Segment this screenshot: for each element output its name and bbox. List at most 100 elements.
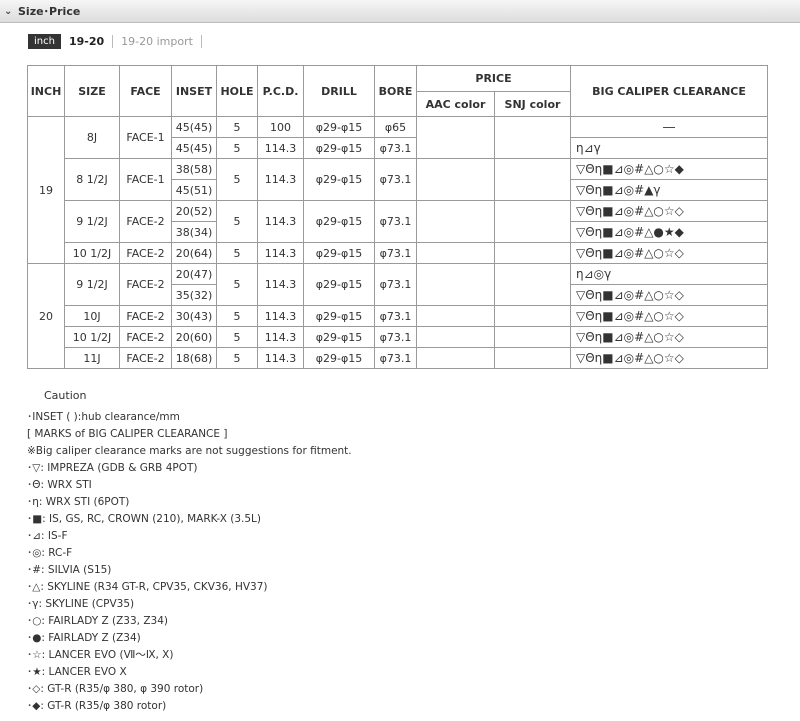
col-drill: DRILL [303, 65, 375, 117]
legend-item: ･Θ: WRX STI [27, 479, 92, 491]
clearance-cell: ▽Θη■⊿◎#△○☆◇ [570, 242, 768, 264]
bore-cell: φ73.1 [374, 263, 417, 306]
col-bore: BORE [374, 65, 417, 117]
pcd-cell: 114.3 [257, 347, 304, 369]
legend-item: ･△: SKYLINE (R34 GT-R, CPV35, CKV36, HV3… [27, 581, 268, 593]
col-aac-color: AAC color [416, 91, 495, 117]
aac-price-cell [416, 242, 495, 264]
legend-item: ･γ: SKYLINE (CPV35) [27, 598, 135, 610]
bore-cell: φ73.1 [374, 137, 417, 159]
hole-cell: 5 [216, 347, 258, 369]
hole-cell: 5 [216, 263, 258, 306]
table-row: 8 1/2J FACE-1 38(58) 5 114.3 φ29-φ15 φ73… [28, 158, 768, 201]
legend-item: ･◆: GT-R (R35/φ 380 rotor) [27, 700, 167, 712]
size-cell: 9 1/2J [64, 263, 120, 306]
pcd-cell: 114.3 [257, 263, 304, 306]
legend-item: ･η: WRX STI (6POT) [27, 496, 130, 508]
size-cell: 10 1/2J [64, 242, 120, 264]
clearance-cell: ▽Θη■⊿◎#△○☆◇ [570, 326, 768, 348]
col-hole: HOLE [216, 65, 258, 117]
drill-cell: φ29-φ15 [303, 200, 375, 243]
clearance-cell: ▽Θη■⊿◎#△○☆◇ [570, 347, 768, 369]
col-snj-color: SNJ color [494, 91, 571, 117]
snj-price-cell [494, 326, 571, 348]
bore-cell: φ65 [374, 116, 417, 138]
hole-cell: 5 [216, 326, 258, 348]
face-cell: FACE-1 [119, 116, 172, 159]
inset-cell: 38(34) [171, 221, 217, 243]
col-pcd: P.C.D. [257, 65, 304, 117]
table-row: 11J FACE-2 18(68) 5 114.3 φ29-φ15 φ73.1 … [28, 347, 768, 369]
section-header[interactable]: ⌄ Size･Price [0, 0, 800, 23]
col-price: PRICE [416, 65, 571, 92]
col-size: SIZE [64, 65, 120, 117]
size-price-table: INCH SIZE FACE INSET HOLE P.C.D. DRILL B… [27, 65, 768, 369]
inset-cell: 20(52) [171, 200, 217, 222]
drill-cell: φ29-φ15 [303, 326, 375, 348]
tab-19-20-import[interactable]: 19-20 import [113, 35, 202, 48]
note-inset: ･INSET ( ):hub clearance/mm [27, 411, 180, 423]
bore-cell: φ73.1 [374, 158, 417, 201]
pcd-cell: 114.3 [257, 158, 304, 201]
table-row: 19 8J FACE-1 45(45) 5 100 φ29-φ15 φ65 ― [27, 116, 768, 264]
pcd-cell: 114.3 [257, 242, 304, 264]
note-marks-heading: [ MARKS of BIG CALIPER CLEARANCE ] [27, 428, 228, 440]
inset-cell: 20(47) [171, 263, 217, 285]
legend-item: ･★: LANCER EVO X [27, 666, 127, 678]
drill-cell: φ29-φ15 [303, 347, 375, 369]
face-cell: FACE-2 [119, 200, 172, 243]
bore-cell: φ73.1 [374, 200, 417, 243]
bore-cell: φ73.1 [374, 326, 417, 348]
clearance-cell: ▽Θη■⊿◎#△○☆◇ [570, 305, 768, 327]
col-face: FACE [119, 65, 172, 117]
col-inset: INSET [171, 65, 217, 117]
note-disclaimer: ※Big caliper clearance marks are not sug… [27, 445, 352, 457]
legend-item: ･◇: GT-R (R35/φ 380, φ 390 rotor) [27, 683, 204, 695]
clearance-cell: η⊿γ [570, 137, 768, 159]
snj-price-cell [494, 200, 571, 243]
table-row: 9 1/2J FACE-2 20(52) 5 114.3 φ29-φ15 φ73… [28, 200, 768, 243]
tab-bar: inch 19-20 19-20 import [28, 34, 202, 49]
legend-item: ･○: FAIRLADY Z (Z33, Z34) [27, 615, 168, 627]
inset-cell: 18(68) [171, 347, 217, 369]
clearance-cell: ▽Θη■⊿◎#▲γ [570, 179, 768, 201]
legend-item: ･#: SILVIA (S15) [27, 564, 112, 576]
size-cell: 11J [64, 347, 120, 369]
col-inch: INCH [27, 65, 65, 117]
drill-cell: φ29-φ15 [303, 116, 375, 138]
aac-price-cell [416, 326, 495, 348]
pcd-cell: 114.3 [257, 200, 304, 243]
tab-19-20[interactable]: 19-20 [69, 35, 114, 48]
inset-cell: 30(43) [171, 305, 217, 327]
aac-price-cell [416, 263, 495, 306]
col-clearance: BIG CALIPER CLEARANCE [570, 65, 768, 117]
aac-price-cell [416, 200, 495, 243]
bore-cell: φ73.1 [374, 305, 417, 327]
table-row: 10 1/2J FACE-2 20(60) 5 114.3 φ29-φ15 φ7… [28, 326, 768, 348]
hole-cell: 5 [216, 158, 258, 201]
clearance-cell: η⊿◎γ [570, 263, 768, 285]
drill-cell: φ29-φ15 [303, 158, 375, 201]
inset-cell: 45(51) [171, 179, 217, 201]
section-title: Size･Price [18, 5, 81, 18]
hole-cell: 5 [216, 200, 258, 243]
chevron-down-icon[interactable]: ⌄ [4, 6, 18, 17]
hole-cell: 5 [216, 137, 258, 159]
pcd-cell: 114.3 [257, 137, 304, 159]
size-cell: 8 1/2J [64, 158, 120, 201]
snj-price-cell [494, 347, 571, 369]
legend-item: ･☆: LANCER EVO (Ⅶ〜Ⅸ, Ⅹ) [27, 649, 174, 661]
inset-cell: 45(45) [171, 116, 217, 138]
inch-cell: 19 [27, 116, 65, 264]
drill-cell: φ29-φ15 [303, 242, 375, 264]
drill-cell: φ29-φ15 [303, 137, 375, 159]
inset-cell: 45(45) [171, 137, 217, 159]
snj-price-cell [494, 242, 571, 264]
pcd-cell: 114.3 [257, 305, 304, 327]
legend-item: ･◎: RC-F [27, 547, 73, 559]
hole-cell: 5 [216, 305, 258, 327]
size-cell: 9 1/2J [64, 200, 120, 243]
notes-list: ･INSET ( ):hub clearance/mm [ MARKS of B… [27, 409, 352, 715]
drill-cell: φ29-φ15 [303, 305, 375, 327]
clearance-cell: ▽Θη■⊿◎#△○☆◆ [570, 158, 768, 180]
